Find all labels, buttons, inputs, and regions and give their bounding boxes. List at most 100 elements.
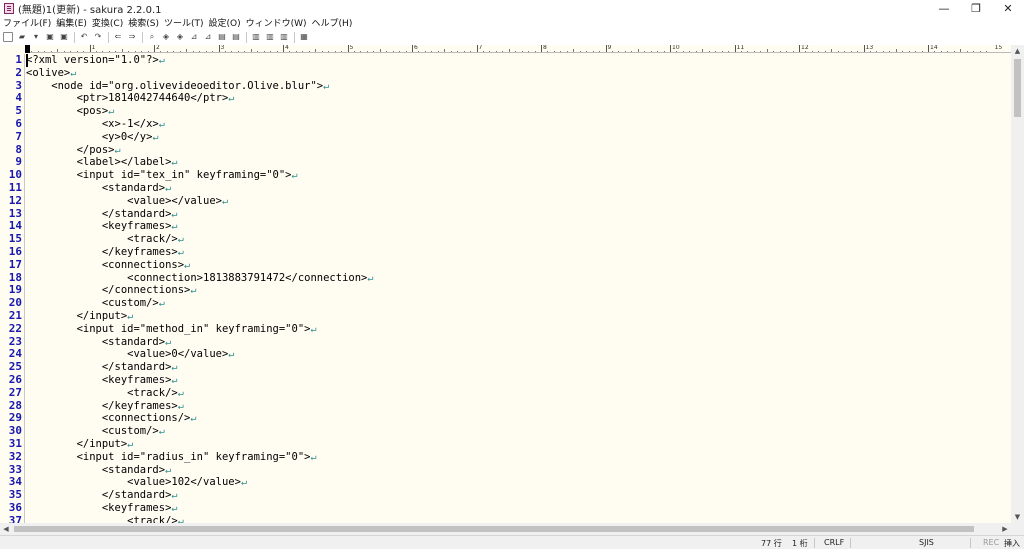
line-number[interactable]: 11 bbox=[0, 181, 24, 195]
dropdown-arrow-icon[interactable]: ▾ bbox=[31, 32, 41, 42]
close-button[interactable]: ✕ bbox=[992, 0, 1024, 16]
horizontal-scrollbar[interactable]: ◀ ▶ bbox=[0, 523, 1011, 535]
code-line[interactable]: <input id="radius_in" keyframing="0">↵ bbox=[26, 451, 1011, 464]
code-line[interactable]: <value></value>↵ bbox=[26, 195, 1011, 208]
settings-icon[interactable]: ▦ bbox=[299, 32, 309, 42]
save-as-icon[interactable]: ▣ bbox=[59, 32, 69, 42]
status-column[interactable]: 1 桁 bbox=[792, 538, 808, 549]
menu-search[interactable]: 検索(S) bbox=[128, 16, 159, 29]
line-number[interactable]: 37 bbox=[0, 514, 24, 523]
line-number[interactable]: 32 bbox=[0, 450, 24, 464]
grep-icon[interactable]: ▤ bbox=[217, 32, 227, 42]
menu-window[interactable]: ウィンドウ(W) bbox=[246, 16, 307, 29]
tag-jump-icon[interactable]: ▥ bbox=[279, 32, 289, 42]
code-line[interactable]: <input id="method_in" keyframing="0">↵ bbox=[26, 323, 1011, 336]
grep-replace-icon[interactable]: ▤ bbox=[231, 32, 241, 42]
jump-back-icon[interactable]: ⇐ bbox=[113, 32, 123, 42]
code-area[interactable]: <?xml version="1.0"?>↵ <olive>↵ <node id=… bbox=[26, 54, 1011, 523]
scroll-down-icon[interactable]: ▼ bbox=[1011, 511, 1024, 523]
menu-convert[interactable]: 変換(C) bbox=[92, 16, 123, 29]
search-next-icon[interactable]: ◈ bbox=[175, 32, 185, 42]
search-icon[interactable]: ⌕ bbox=[147, 32, 157, 42]
line-number[interactable]: 22 bbox=[0, 322, 24, 336]
line-number[interactable]: 7 bbox=[0, 130, 24, 144]
replace-icon[interactable]: ⊿ bbox=[189, 32, 199, 42]
menu-settings[interactable]: 設定(O) bbox=[209, 16, 241, 29]
code-line[interactable]: <x>-1</x>↵ bbox=[26, 118, 1011, 131]
code-line[interactable]: <ptr>1814042744640</ptr>↵ bbox=[26, 92, 1011, 105]
clear-marks-icon[interactable]: ⊿ bbox=[203, 32, 213, 42]
minimize-button[interactable]: — bbox=[928, 0, 960, 16]
code-line[interactable]: </keyframes>↵ bbox=[26, 246, 1011, 259]
code-line[interactable]: <value>102</value>↵ bbox=[26, 476, 1011, 489]
code-line[interactable]: <keyframes>↵ bbox=[26, 374, 1011, 387]
code-line[interactable]: <keyframes>↵ bbox=[26, 502, 1011, 515]
code-line[interactable]: <standard>↵ bbox=[26, 464, 1011, 477]
code-line[interactable]: </standard>↵ bbox=[26, 361, 1011, 374]
code-line[interactable]: </input>↵ bbox=[26, 438, 1011, 451]
code-line[interactable]: </input>↵ bbox=[26, 310, 1011, 323]
line-number[interactable]: 35 bbox=[0, 488, 24, 502]
line-number[interactable]: 36 bbox=[0, 501, 24, 515]
vertical-scrollbar[interactable]: ▲ ▼ bbox=[1011, 45, 1024, 523]
code-line[interactable]: </connections>↵ bbox=[26, 284, 1011, 297]
vertical-scroll-thumb[interactable] bbox=[1014, 59, 1021, 117]
scroll-left-icon[interactable]: ◀ bbox=[0, 523, 12, 535]
line-number[interactable]: 2 bbox=[0, 66, 24, 80]
code-line[interactable]: </standard>↵ bbox=[26, 208, 1011, 221]
code-line[interactable]: <olive>↵ bbox=[26, 67, 1011, 80]
line-number-gutter[interactable]: 1 2 3 4 5 6 7 8 9 10 11 12 13 14 15 16 17 18 19 20 21 22 23 24 2… bbox=[0, 54, 24, 523]
code-line[interactable]: <connections>↵ bbox=[26, 259, 1011, 272]
menu-tools[interactable]: ツール(T) bbox=[164, 16, 204, 29]
undo-icon[interactable]: ↶ bbox=[79, 32, 89, 42]
code-line[interactable]: <?xml version="1.0"?>↵ bbox=[26, 54, 1011, 67]
status-line[interactable]: 77 行 bbox=[761, 538, 782, 549]
line-number[interactable]: 31 bbox=[0, 437, 24, 451]
status-insert-mode[interactable]: 挿入 bbox=[1004, 538, 1020, 549]
code-line[interactable]: <node id="org.olivevideoeditor.Olive.blu… bbox=[26, 80, 1011, 93]
code-line[interactable]: <pos>↵ bbox=[26, 105, 1011, 118]
code-line[interactable]: <connections/>↵ bbox=[26, 412, 1011, 425]
sakura-app-icon[interactable] bbox=[4, 2, 14, 14]
code-line[interactable]: <label></label>↵ bbox=[26, 156, 1011, 169]
save-icon[interactable]: ▣ bbox=[45, 32, 55, 42]
code-line[interactable]: <input id="tex_in" keyframing="0">↵ bbox=[26, 169, 1011, 182]
code-line[interactable]: <custom/>↵ bbox=[26, 297, 1011, 310]
code-line[interactable]: <connection>1813883791472</connection>↵ bbox=[26, 272, 1011, 285]
new-file-icon[interactable] bbox=[3, 32, 13, 42]
code-line[interactable]: </keyframes>↵ bbox=[26, 400, 1011, 413]
line-number[interactable]: 16 bbox=[0, 245, 24, 259]
maximize-button[interactable]: ❐ bbox=[960, 0, 992, 16]
outline-icon[interactable]: ▥ bbox=[251, 32, 261, 42]
line-number[interactable]: 12 bbox=[0, 194, 24, 208]
status-eol[interactable]: CRLF bbox=[824, 538, 844, 547]
code-line[interactable]: <track/>↵ bbox=[26, 233, 1011, 246]
status-encoding[interactable]: SJIS bbox=[919, 538, 934, 547]
menu-help[interactable]: ヘルプ(H) bbox=[312, 16, 353, 29]
code-line[interactable]: <standard>↵ bbox=[26, 182, 1011, 195]
scroll-right-icon[interactable]: ▶ bbox=[999, 523, 1011, 535]
code-line[interactable]: <value>0</value>↵ bbox=[26, 348, 1011, 361]
code-line[interactable]: </standard>↵ bbox=[26, 489, 1011, 502]
line-number[interactable]: 21 bbox=[0, 309, 24, 323]
menu-edit[interactable]: 編集(E) bbox=[56, 16, 87, 29]
line-number[interactable]: 1 bbox=[0, 54, 24, 67]
line-number[interactable]: 17 bbox=[0, 258, 24, 272]
code-line[interactable]: <custom/>↵ bbox=[26, 425, 1011, 438]
code-line[interactable]: <keyframes>↵ bbox=[26, 220, 1011, 233]
code-line[interactable]: <track/>↵ bbox=[26, 515, 1011, 523]
line-number[interactable]: 6 bbox=[0, 117, 24, 131]
horizontal-scroll-thumb[interactable] bbox=[14, 526, 974, 532]
line-number[interactable]: 30 bbox=[0, 424, 24, 438]
jump-forward-icon[interactable]: ⇒ bbox=[127, 32, 137, 42]
code-line[interactable]: </pos>↵ bbox=[26, 144, 1011, 157]
scroll-up-icon[interactable]: ▲ bbox=[1011, 45, 1024, 57]
code-line[interactable]: <standard>↵ bbox=[26, 336, 1011, 349]
menu-file[interactable]: ファイル(F) bbox=[3, 16, 51, 29]
column-ruler[interactable]: 1 2 3 4 5 6 7 8 9 10 11 12 13 14 15 bbox=[25, 45, 1011, 53]
code-line[interactable]: <y>0</y>↵ bbox=[26, 131, 1011, 144]
code-line[interactable]: <track/>↵ bbox=[26, 387, 1011, 400]
open-file-icon[interactable]: ▰ bbox=[17, 32, 27, 42]
text-editor[interactable]: 1 2 3 4 5 6 7 8 9 10 11 12 13 14 15 1 2 3 4 5 6 7 8 9 10 11 12 13 1… bbox=[0, 45, 1024, 523]
redo-icon[interactable]: ↷ bbox=[93, 32, 103, 42]
